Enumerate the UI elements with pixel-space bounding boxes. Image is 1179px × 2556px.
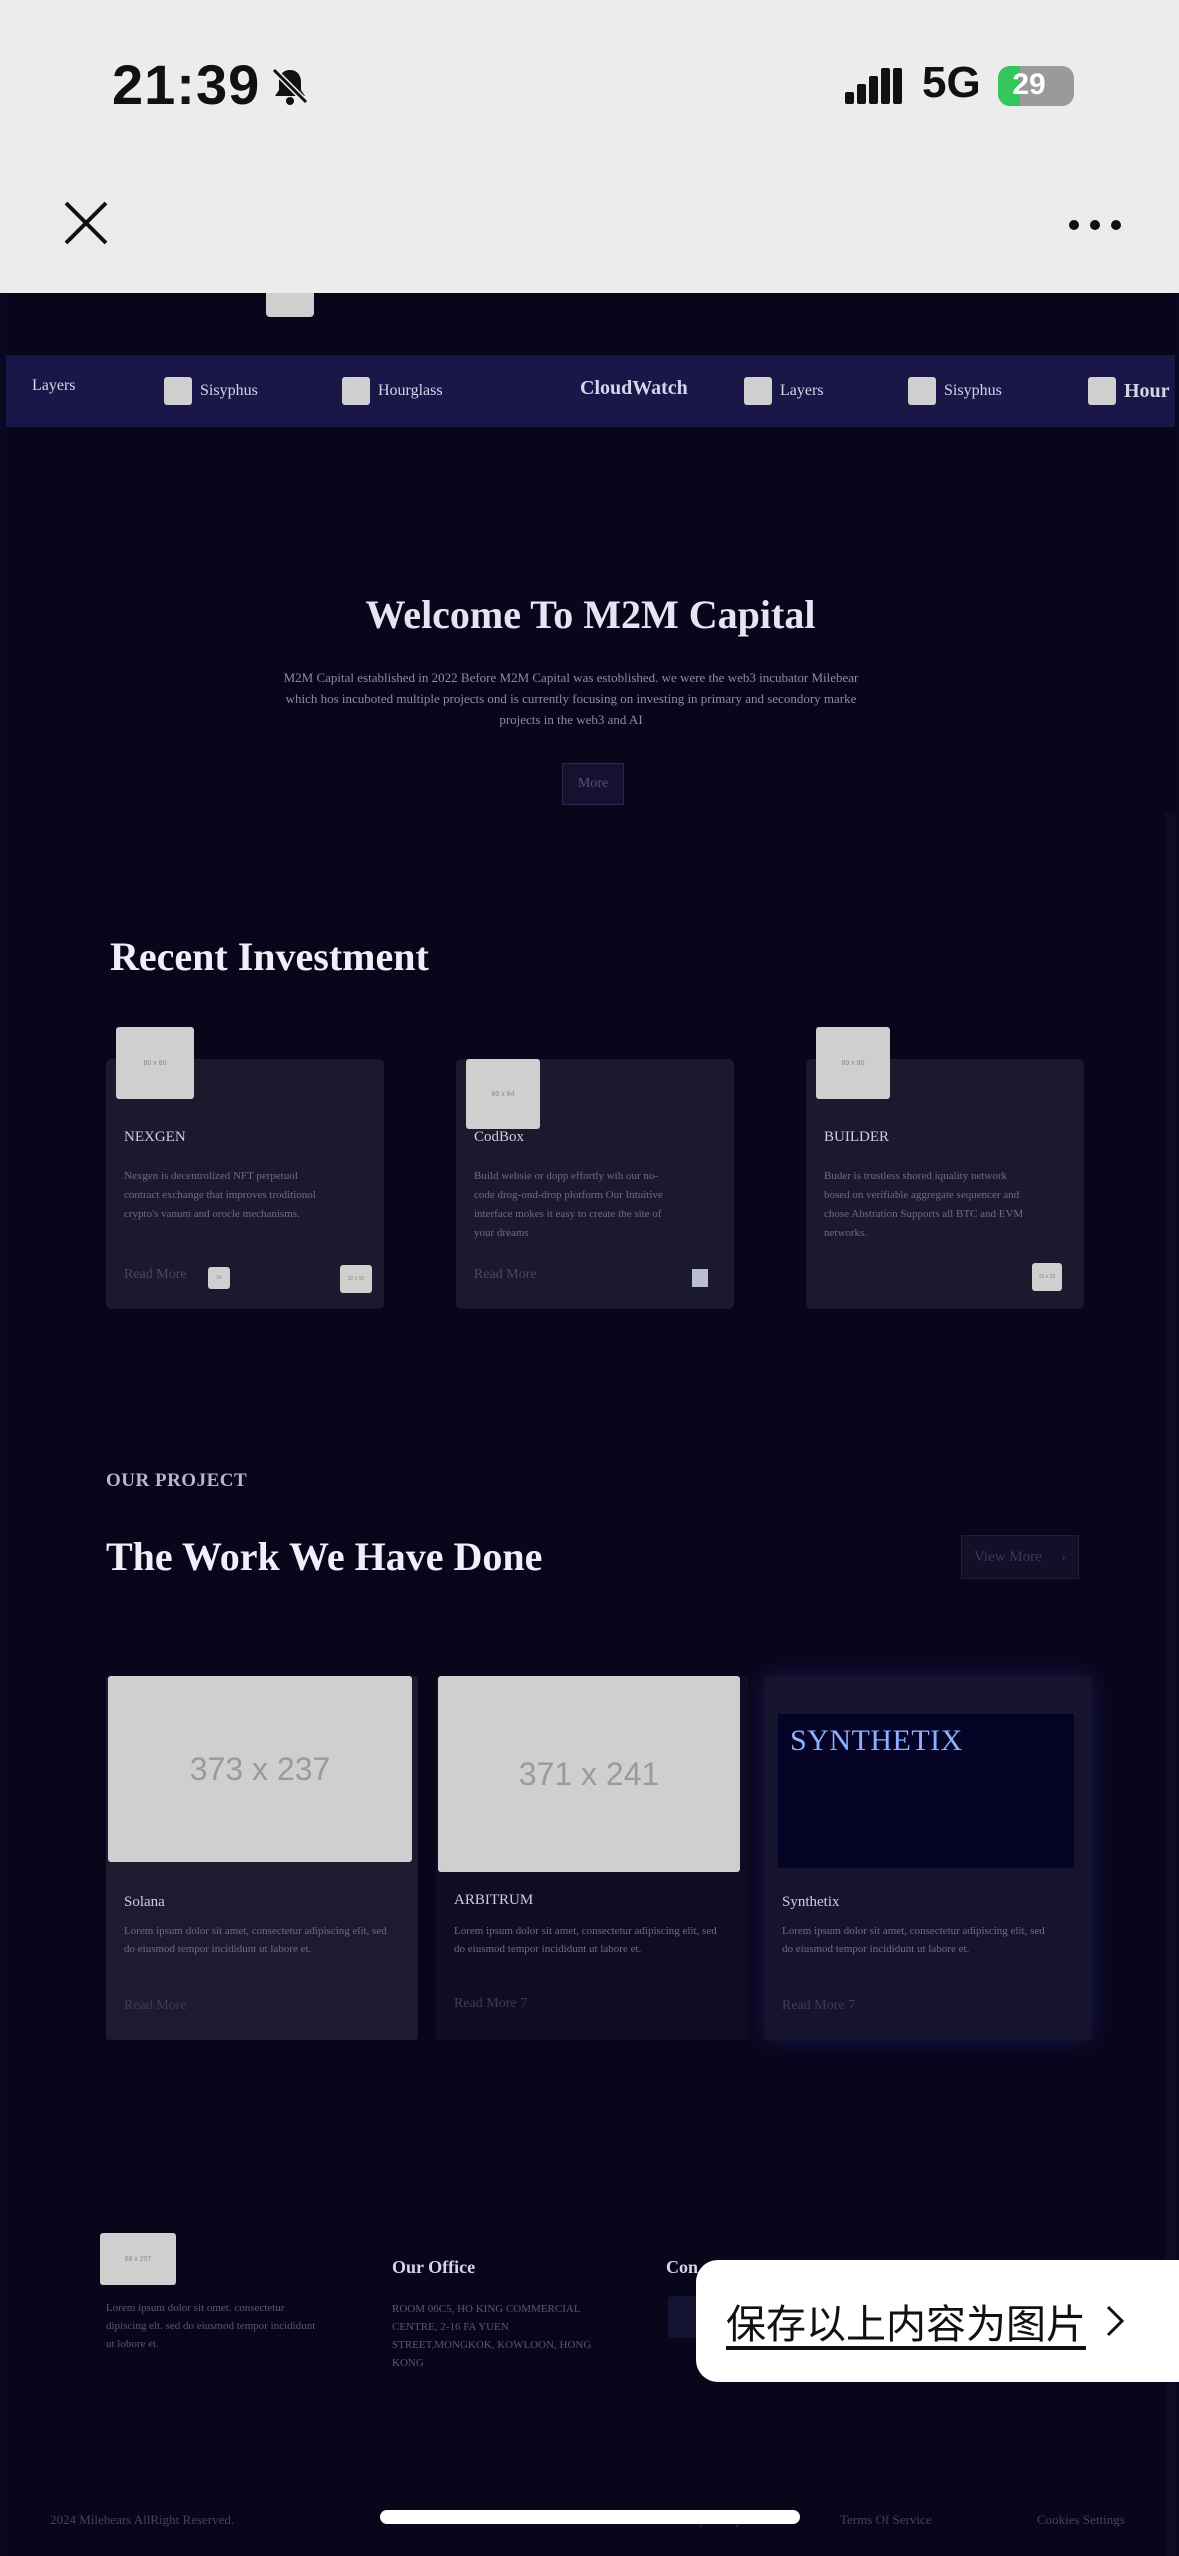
marquee-label: Layers [32,377,76,394]
marquee-label: Sisyphus [944,382,1002,399]
read-more-link[interactable]: Read More [124,1267,187,1283]
project-card[interactable]: 371 x 241 ARBITRUM Lorem ipsum dolor sit… [436,1676,748,2040]
read-more-link[interactable]: Read More 7 [782,1998,855,2014]
investment-logo: 80 x 80 [816,1027,890,1099]
cookies-settings-link[interactable]: Cookies Settings [1037,2512,1125,2528]
marquee-label: Sisyphus [200,382,258,399]
battery-indicator: 29 [998,66,1074,106]
project-card[interactable]: SYNTHETIX Synthetix Lorem ipsum dolor si… [764,1676,1092,2040]
partner-logo-icon [908,377,936,405]
office-title: Our Office [392,2257,476,2277]
browser-toolbar [0,175,1179,293]
marquee-item[interactable]: Sisyphus [164,377,258,405]
project-name: Solana [124,1894,165,1910]
view-more-button[interactable]: View More › [961,1535,1079,1579]
bell-muted-icon [271,67,309,105]
social-icon[interactable]: 32 x 32 [1032,1263,1062,1291]
investment-name: BUILDER [824,1129,889,1145]
terms-of-service-link[interactable]: Terms Of Service [840,2512,932,2528]
marquee-label: Hourglass [378,382,443,399]
marquee-label: CloudWatch [580,377,688,399]
section-eyebrow: OUR PROJECT [106,1470,248,1491]
investment-description: Buder is trustless shored iquality netwo… [824,1170,1024,1239]
status-bar: 21:39 5G 29 [0,0,1179,175]
view-more-label: View More [974,1548,1042,1565]
marquee-item[interactable]: Sisyphus [908,377,1002,405]
social-icon[interactable]: 24 [208,1267,230,1289]
marquee-label: Layers [780,382,824,399]
project-image: 373 x 237 [108,1676,412,1862]
home-indicator[interactable] [380,2510,800,2524]
footer-logo: 68 x 207 [100,2233,176,2285]
clock: 21:39 [112,53,261,116]
read-more-link[interactable]: Read More [124,1998,187,2014]
web-page: Layers Sisyphus Hourglass CloudWatch Lay… [6,293,1175,2556]
project-name: ARBITRUM [454,1892,534,1908]
network-type: 5G [922,58,981,107]
close-icon[interactable] [58,195,114,251]
projects-title: The Work We Have Done [106,1534,543,1579]
read-more-link[interactable]: Read More 7 [454,1996,527,2012]
project-description: Lorem ipsum dolor sit amet, consectetur … [454,1925,717,1955]
hero-title: Welcome To M2M Capital [365,592,816,637]
office-address: ROOM 06C5, HO KING COMMERCIAL CENTRE, 2-… [392,2303,592,2369]
chevron-right-icon: › [1061,1548,1066,1565]
investment-card[interactable]: 80 x 80 BUILDER Buder is trustless shore… [806,1027,1084,1309]
project-card[interactable]: 373 x 237 Solana Lorem ipsum dolor sit a… [106,1676,418,2040]
partner-marquee: Layers Sisyphus Hourglass CloudWatch Lay… [6,355,1175,427]
investment-name: CodBox [474,1129,525,1145]
marquee-label: Hour [1124,379,1170,402]
contact-title: Con [666,2257,699,2277]
investment-card[interactable]: 80 x 84 CodBox Build websie or dopp effo… [456,1059,734,1309]
project-image: SYNTHETIX [778,1714,1074,1868]
partner-logo-icon [744,377,772,405]
investment-card[interactable]: 80 x 80 NEXGEN Nexgen is decentrolized N… [106,1027,384,1309]
social-icon[interactable]: 32 x 32 [340,1265,372,1293]
investment-description: Build websie or dopp effortly wih our no… [474,1170,663,1239]
more-options-icon[interactable] [1066,210,1124,240]
synthetix-logo-text: SYNTHETIX [790,1724,963,1757]
investment-description: Nexgen is decentrolized NFT perpetuol co… [124,1170,316,1220]
chevron-right-icon [1106,2305,1125,2337]
copyright: 2024 Milebears AllRight Reserved. [50,2512,235,2527]
marquee-item[interactable]: Layers [744,377,824,405]
partner-logo-icon [164,377,192,405]
save-as-image-button[interactable]: 保存以上内容为图片 [696,2260,1179,2382]
project-name: Synthetix [782,1894,840,1910]
save-as-image-label: 保存以上内容为图片 [726,2302,1086,2348]
more-button[interactable]: More [562,763,624,805]
recent-investment-title: Recent Investment [110,934,429,979]
marquee-item[interactable]: Hourglass [342,377,443,405]
footer-about: Lorem ipsum dolor sit omet. consectetur … [106,2302,316,2350]
investment-logo: 80 x 80 [116,1027,194,1099]
project-image: 371 x 241 [438,1676,740,1872]
hero-description: M2M Capital established in 2022 Before M… [283,670,859,727]
investment-logo: 80 x 84 [466,1059,540,1129]
partner-logo-icon [342,377,370,405]
partner-logo-icon [1088,377,1116,405]
marquee-item[interactable]: Layers [32,377,76,395]
investment-name: NEXGEN [124,1129,186,1145]
marquee-item[interactable]: Hour [1088,377,1170,405]
project-description: Lorem ipsum dolor sit amet, consectetur … [124,1925,387,1955]
read-more-link[interactable]: Read More [474,1267,537,1283]
battery-percent: 29 [1012,68,1046,101]
project-description: Lorem ipsum dolor sit amet, consectetur … [782,1925,1045,1955]
social-icon[interactable] [692,1269,708,1287]
signal-icon [845,68,902,104]
marquee-item[interactable]: CloudWatch [580,377,688,400]
partial-image [266,293,314,317]
